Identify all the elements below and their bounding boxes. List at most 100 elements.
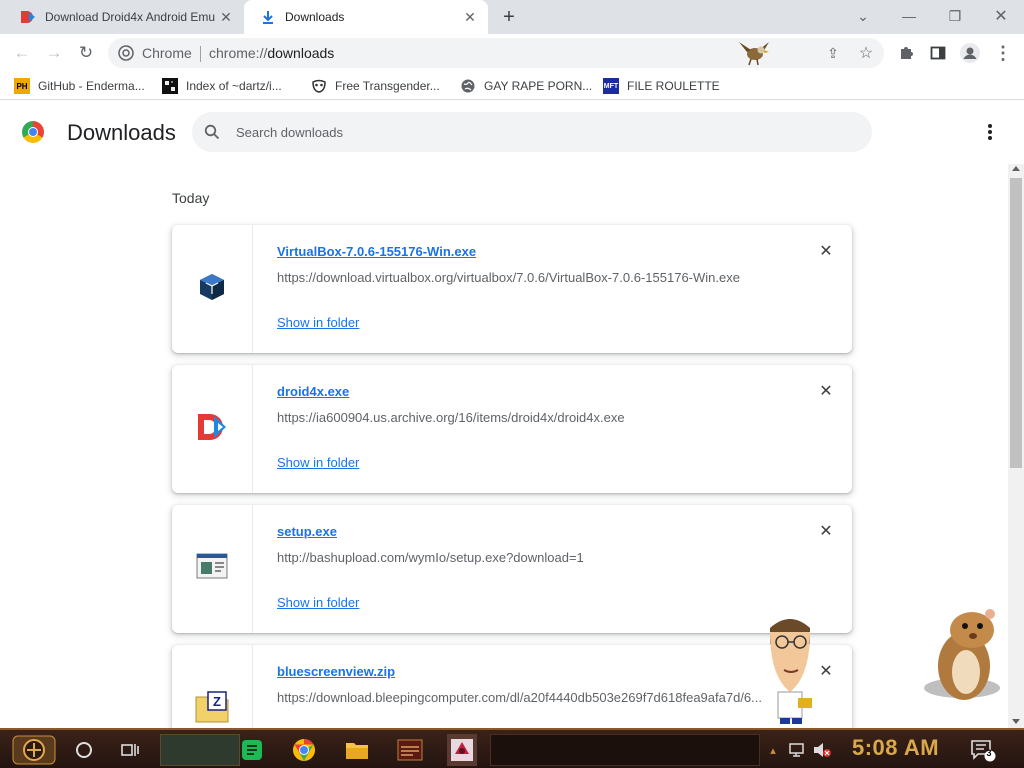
download-source-url[interactable]: https://download.bleepingcomputer.com/dl… — [277, 690, 777, 705]
droid4x-icon — [196, 411, 228, 448]
notification-center-icon[interactable]: 3 — [968, 734, 998, 766]
file-icon-column — [172, 225, 253, 353]
volume-muted-icon[interactable] — [810, 734, 834, 766]
globe-icon — [460, 78, 476, 94]
scroll-thumb[interactable] — [1010, 178, 1022, 468]
restore-button[interactable]: ❐ — [940, 4, 970, 28]
side-panel-icon[interactable] — [927, 42, 949, 64]
bookmark-globe-site[interactable]: GAY RAPE PORN... — [460, 77, 592, 95]
tab-search-chevron-icon[interactable]: ⌄ — [848, 4, 878, 28]
remove-download-icon[interactable]: ✕ — [818, 663, 834, 680]
bookmarks-bar: PH GitHub - Enderma... Index of ~dartz/i… — [0, 72, 1024, 100]
cartoon-man-sprite-icon — [770, 619, 812, 724]
new-tab-button[interactable]: + — [499, 6, 519, 28]
hamster-sprite-icon — [924, 609, 1000, 700]
forward-button[interactable]: → — [42, 41, 66, 65]
tab-title: Download Droid4x Android Emulator — [45, 10, 215, 24]
pixel-icon — [162, 78, 178, 94]
minimize-button[interactable]: — — [894, 4, 924, 28]
show-in-folder-link[interactable]: Show in folder — [277, 455, 359, 470]
chrome-logo-icon — [22, 121, 44, 143]
download-filename-link[interactable]: setup.exe — [277, 524, 337, 539]
download-favicon-icon — [260, 9, 276, 25]
remove-download-icon[interactable]: ✕ — [818, 523, 834, 540]
file-explorer-icon[interactable] — [342, 734, 372, 766]
svg-text:Z: Z — [213, 694, 221, 709]
scroll-up-arrow-icon[interactable] — [1012, 166, 1020, 171]
more-actions-icon[interactable] — [980, 122, 1000, 142]
show-in-folder-link[interactable]: Show in folder — [277, 315, 359, 330]
taskbar: ▴ 5:08 AM 3 — [0, 728, 1024, 768]
download-source-url[interactable]: https://ia600904.us.archive.org/16/items… — [277, 410, 777, 425]
chrome-menu-icon[interactable]: ⋮ — [992, 42, 1014, 64]
remove-download-icon[interactable]: ✕ — [818, 383, 834, 400]
download-filename-link[interactable]: VirtualBox-7.0.6-155176-Win.exe — [277, 244, 476, 259]
download-source-url[interactable]: https://download.virtualbox.org/virtualb… — [277, 270, 777, 285]
divider — [200, 46, 201, 62]
chrome-taskbar-icon[interactable] — [289, 734, 319, 766]
chrome-logo-icon — [118, 45, 134, 61]
download-item: setup.exe http://bashupload.com/wymIo/se… — [172, 505, 852, 633]
ph-icon: PH — [14, 78, 30, 94]
tab-title: Downloads — [285, 10, 345, 24]
bookmark-star-icon[interactable]: ☆ — [858, 45, 874, 62]
share-icon[interactable]: ⇪ — [825, 45, 841, 61]
reload-button[interactable]: ↻ — [74, 41, 98, 65]
date-section-label: Today — [172, 190, 210, 206]
search-input[interactable] — [236, 120, 836, 144]
bookmark-free-transgender[interactable]: Free Transgender... — [311, 77, 440, 95]
url-text[interactable]: chrome://downloads — [209, 45, 334, 61]
virtualbox-icon — [198, 272, 226, 307]
download-item: Z bluescreenview.zip https://download.bl… — [172, 645, 852, 728]
browser-toolbar: ← → ↻ Chrome chrome://downloads ⇪ ☆ ⋮ — [0, 34, 1024, 72]
file-icon-column — [172, 365, 253, 493]
taskbar-search-box[interactable] — [160, 734, 240, 766]
search-downloads-bar[interactable] — [192, 112, 872, 152]
taskbar-empty-region — [490, 734, 760, 766]
bookmark-label: Free Transgender... — [335, 79, 440, 93]
zip-icon: Z — [195, 691, 229, 728]
close-tab-icon[interactable]: ✕ — [218, 9, 234, 25]
page-title: Downloads — [67, 120, 176, 145]
close-tab-icon[interactable]: ✕ — [462, 9, 478, 25]
download-item: droid4x.exe https://ia600904.us.archive.… — [172, 365, 852, 493]
mft-icon: MFT — [603, 78, 619, 94]
download-filename-link[interactable]: droid4x.exe — [277, 384, 349, 399]
network-icon[interactable] — [786, 734, 808, 766]
remove-download-icon[interactable]: ✕ — [818, 243, 834, 260]
close-window-button[interactable]: ✕ — [986, 4, 1016, 28]
download-item: VirtualBox-7.0.6-155176-Win.exe https://… — [172, 225, 852, 353]
downloads-header: Downloads — [0, 100, 1024, 164]
download-source-url[interactable]: http://bashupload.com/wymIo/setup.exe?do… — [277, 550, 777, 565]
back-button[interactable]: ← — [10, 41, 34, 65]
bookmark-index-dartz[interactable]: Index of ~dartz/i... — [162, 77, 282, 95]
app-thumbnail-icon[interactable] — [395, 734, 425, 766]
scroll-down-arrow-icon[interactable] — [1012, 719, 1020, 724]
bookmark-label: GAY RAPE PORN... — [484, 79, 593, 93]
file-icon-column — [172, 505, 253, 633]
start-button[interactable] — [10, 734, 58, 766]
media-app-icon[interactable] — [447, 734, 477, 766]
show-in-folder-link[interactable]: Show in folder — [277, 595, 359, 610]
file-icon-column: Z — [172, 645, 253, 728]
page-scrollbar[interactable] — [1008, 164, 1024, 728]
installer-icon — [196, 553, 228, 586]
bookmark-github[interactable]: PH GitHub - Enderma... — [14, 77, 145, 95]
site-label: Chrome — [142, 45, 192, 61]
task-view-icon[interactable] — [116, 734, 144, 766]
tab-strip: Download Droid4x Android Emulator ✕ Down… — [0, 0, 1024, 34]
download-filename-link[interactable]: bluescreenview.zip — [277, 664, 395, 679]
bookmark-label: Index of ~dartz/i... — [186, 79, 282, 93]
tab-downloads[interactable]: Downloads ✕ — [244, 0, 488, 34]
profile-avatar-icon[interactable] — [959, 42, 981, 64]
bird-sprite-icon — [739, 42, 769, 66]
cortana-icon[interactable] — [70, 734, 98, 766]
bookmark-file-roulette[interactable]: MFT FILE ROULETTE — [603, 77, 720, 95]
extensions-puzzle-icon[interactable] — [895, 42, 917, 64]
bookmark-label: GitHub - Enderma... — [38, 79, 145, 93]
show-hidden-icons-icon[interactable]: ▴ — [766, 734, 780, 766]
mask-icon — [311, 78, 327, 94]
notepad-app-icon[interactable] — [238, 734, 266, 766]
system-clock[interactable]: 5:08 AM — [852, 735, 939, 761]
tab-droid4x[interactable]: Download Droid4x Android Emulator ✕ — [8, 0, 244, 34]
